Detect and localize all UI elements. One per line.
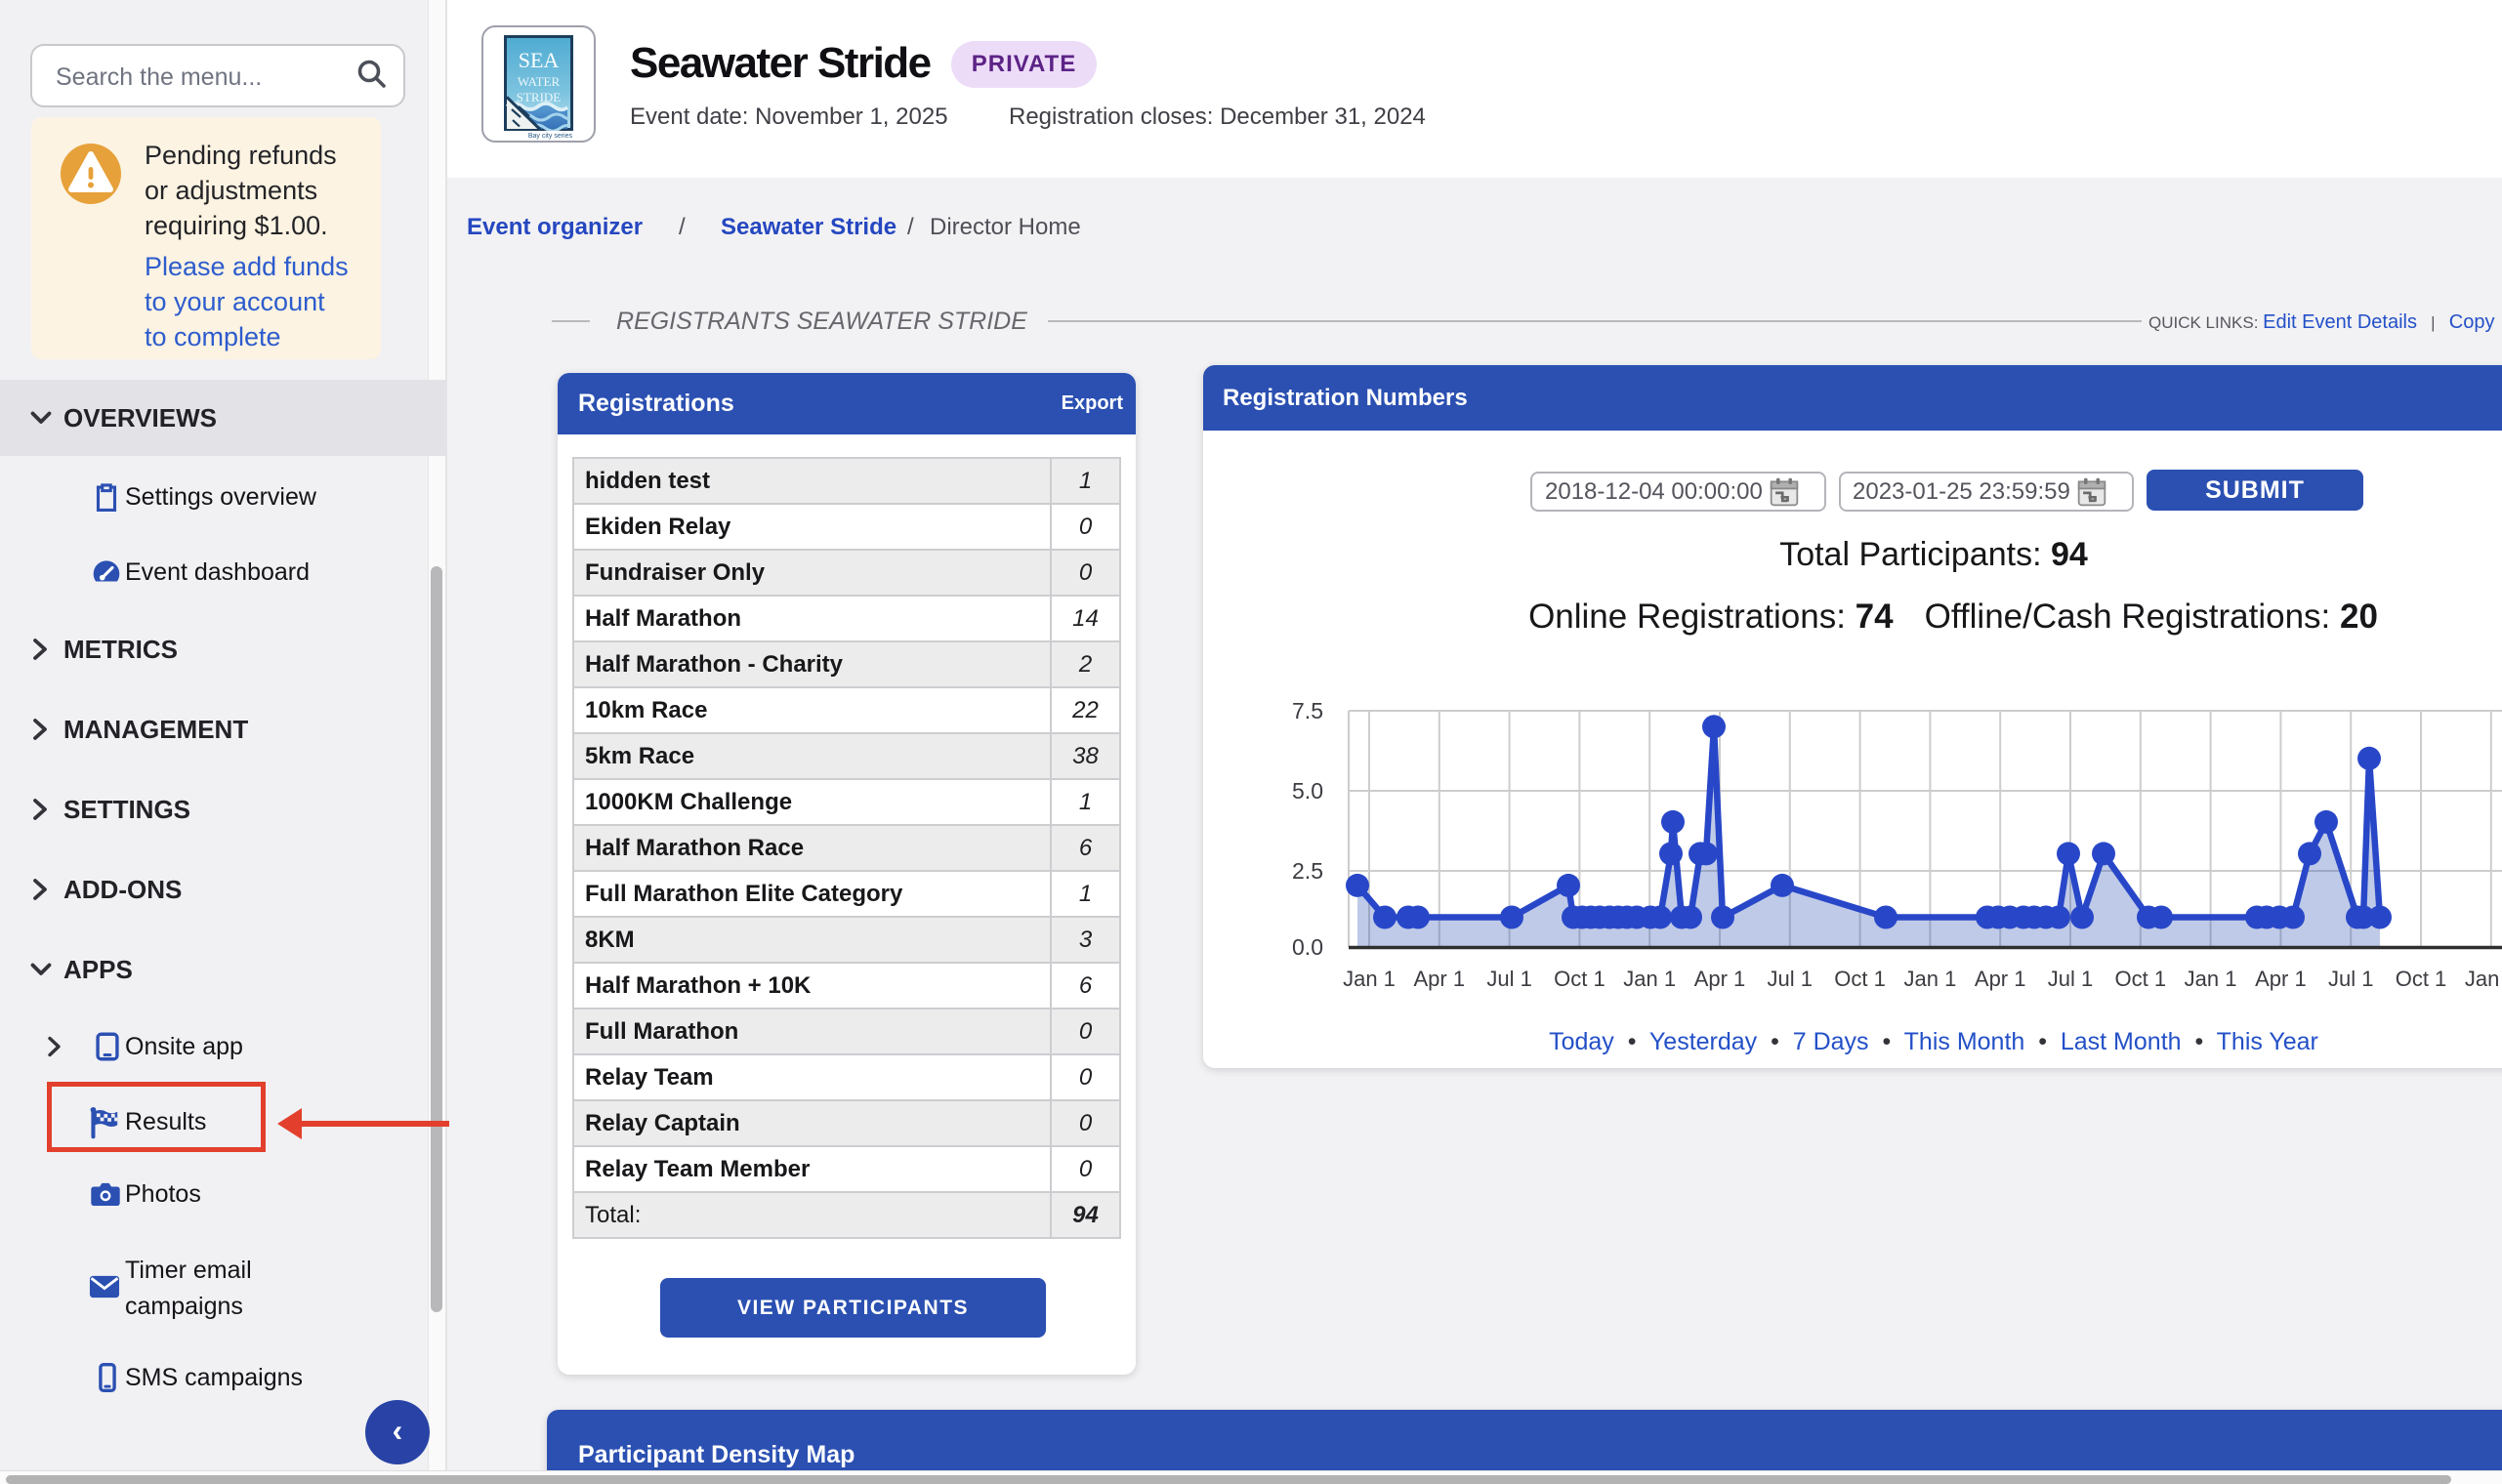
svg-text:2.5: 2.5 bbox=[1292, 858, 1323, 884]
svg-text:Jan 1: Jan 1 bbox=[1343, 967, 1396, 991]
svg-text:Jan 1: Jan 1 bbox=[2185, 967, 2237, 991]
svg-text:Apr 1: Apr 1 bbox=[2255, 967, 2307, 991]
svg-text:Apr 1: Apr 1 bbox=[1414, 967, 1466, 991]
svg-text:Apr 1: Apr 1 bbox=[1694, 967, 1746, 991]
svg-text:Apr 1: Apr 1 bbox=[1975, 967, 2026, 991]
svg-text:Oct 1: Oct 1 bbox=[1554, 967, 1605, 991]
svg-text:Oct 1: Oct 1 bbox=[2115, 967, 2167, 991]
svg-text:5.0: 5.0 bbox=[1292, 778, 1323, 804]
svg-text:Jul 1: Jul 1 bbox=[2328, 967, 2373, 991]
svg-text:Jan 1: Jan 1 bbox=[1903, 967, 1956, 991]
svg-text:Oct 1: Oct 1 bbox=[2396, 967, 2447, 991]
svg-text:Jan 1: Jan 1 bbox=[2465, 967, 2502, 991]
svg-text:Jan 1: Jan 1 bbox=[1623, 967, 1676, 991]
svg-text:Oct 1: Oct 1 bbox=[1834, 967, 1886, 991]
svg-text:Jul 1: Jul 1 bbox=[2048, 967, 2093, 991]
svg-text:STRIDE: STRIDE bbox=[517, 90, 562, 104]
svg-text:7.5: 7.5 bbox=[1292, 698, 1323, 723]
svg-text:WATER: WATER bbox=[518, 74, 561, 89]
svg-text:0.0: 0.0 bbox=[1292, 934, 1323, 960]
svg-text:SEA: SEA bbox=[519, 48, 560, 72]
svg-text:Jul 1: Jul 1 bbox=[1768, 967, 1813, 991]
svg-text:Jul 1: Jul 1 bbox=[1486, 967, 1531, 991]
